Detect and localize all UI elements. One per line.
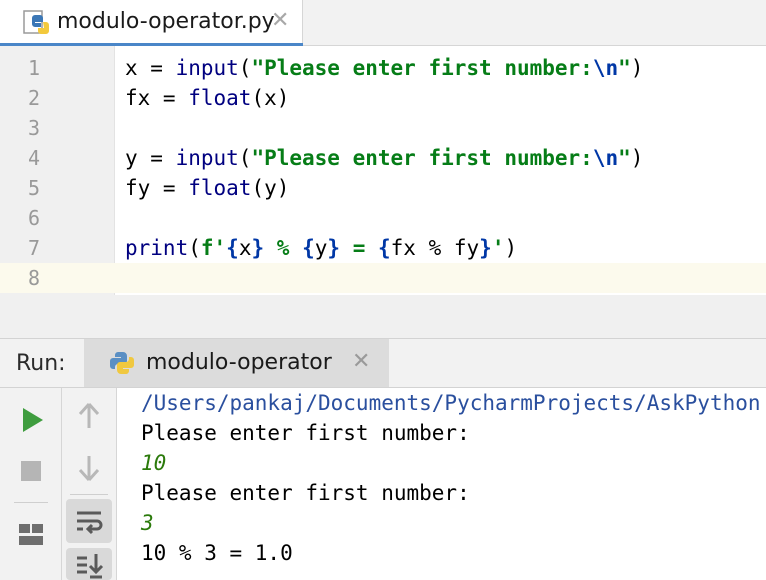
soft-wrap-icon	[77, 511, 103, 535]
editor-tab-bar: modulo-operator.py ✕	[0, 0, 766, 46]
code-token: }	[327, 236, 341, 260]
line-number: 3	[27, 116, 40, 140]
code-token: }	[251, 236, 265, 260]
code-token: )	[630, 146, 644, 170]
code-token: )	[630, 56, 644, 80]
code-token: f'	[200, 236, 227, 260]
code-token: "	[618, 56, 631, 80]
code-token: {	[302, 236, 315, 260]
code-token: float	[188, 176, 252, 200]
code-line[interactable]: 3	[0, 113, 766, 143]
run-label: Run:	[16, 351, 66, 376]
code-token: fy =	[125, 176, 189, 200]
close-icon[interactable]: ✕	[352, 349, 370, 375]
code-token: (	[238, 56, 252, 80]
line-number: 2	[27, 86, 40, 110]
console-line-output: 10 % 3 = 1.0	[141, 541, 293, 565]
code-text: fy = float(y)	[125, 173, 289, 203]
code-token: x =	[125, 56, 176, 80]
code-token: print	[125, 236, 189, 260]
code-token: "Please enter first number:	[251, 56, 593, 80]
console-line-output: Please enter first number:	[141, 481, 470, 505]
run-tab-label: modulo-operator	[146, 350, 332, 375]
code-token: y	[314, 236, 328, 260]
editor-tab-modulo-operator[interactable]: modulo-operator.py ✕	[0, 0, 303, 45]
code-token: "	[618, 146, 631, 170]
code-line[interactable]: 5 fy = float(y)	[0, 173, 766, 203]
down-arrow-icon[interactable]	[69, 448, 109, 488]
code-token: {	[377, 236, 391, 260]
scroll-to-end-icon	[77, 554, 104, 579]
console-line-input: 10	[141, 451, 167, 475]
line-number: 5	[27, 176, 40, 200]
toolbar-separator	[70, 494, 108, 495]
scroll-to-end-button[interactable]	[66, 548, 112, 580]
code-token: x	[238, 236, 252, 260]
code-line[interactable]: 2 fx = float(x)	[0, 83, 766, 113]
code-text: fx = float(x)	[125, 83, 289, 113]
code-line[interactable]: 6	[0, 203, 766, 233]
run-toolbar-primary	[0, 388, 62, 580]
code-token: input	[175, 56, 239, 80]
code-token: \n	[592, 146, 619, 170]
python-file-icon	[23, 10, 49, 34]
line-number: 4	[27, 146, 40, 170]
code-token: float	[188, 86, 252, 110]
run-tool-window-header: Run: modulo-operator ✕	[0, 339, 766, 388]
code-token: (	[188, 236, 201, 260]
run-toolbar-secondary	[62, 388, 117, 580]
layout-icon[interactable]	[11, 514, 51, 554]
code-token: \n	[592, 56, 619, 80]
code-token: %	[264, 236, 303, 260]
run-tab-modulo-operator[interactable]: modulo-operator ✕	[84, 339, 389, 387]
up-arrow-icon[interactable]	[69, 396, 109, 436]
toolbar-separator	[14, 502, 48, 503]
editor-tab-label: modulo-operator.py	[57, 9, 275, 34]
code-token: (y)	[251, 176, 290, 200]
run-icon[interactable]	[11, 400, 51, 440]
line-number: 6	[27, 206, 40, 230]
console-line-input: 3	[141, 511, 154, 535]
code-token: "Please enter first number:	[251, 146, 593, 170]
console-line-path: /Users/pankaj/Documents/PycharmProjects/…	[141, 391, 761, 415]
console-line-output: Please enter first number:	[141, 421, 470, 445]
code-token: fx =	[125, 86, 189, 110]
code-line[interactable]: 4 y = input("Please enter first number:\n…	[0, 143, 766, 173]
code-token: =	[340, 236, 378, 260]
line-number: 8	[27, 266, 40, 290]
code-line[interactable]: 8	[0, 263, 766, 293]
python-icon	[110, 352, 134, 374]
code-token: (x)	[251, 86, 290, 110]
code-token: fx % fy	[390, 236, 480, 260]
code-editor[interactable]: 1x = input("Please enter first number:\n…	[0, 46, 766, 295]
line-number: 1	[27, 56, 40, 80]
line-number: 7	[27, 236, 40, 260]
soft-wrap-button[interactable]	[66, 499, 112, 543]
code-token: '	[491, 236, 505, 260]
code-token: (	[238, 146, 252, 170]
code-line[interactable]: 1 x = input("Please enter first number:\n…	[0, 53, 766, 83]
code-token: )	[504, 236, 518, 260]
code-token: {	[226, 236, 239, 260]
code-token: }	[479, 236, 492, 260]
code-text: print(f'{x} % {y} = {fx % fy}')	[125, 233, 517, 263]
panel-divider[interactable]	[0, 295, 766, 339]
code-token: input	[175, 146, 239, 170]
code-text: x = input("Please enter first number:\n"…	[125, 53, 643, 83]
code-line[interactable]: 7 print(f'{x} % {y} = {fx % fy}')	[0, 233, 766, 263]
run-console-output[interactable]: /Users/pankaj/Documents/PycharmProjects/…	[118, 388, 766, 580]
close-icon[interactable]: ✕	[271, 8, 289, 34]
code-token: y =	[125, 146, 176, 170]
stop-icon[interactable]	[11, 451, 51, 491]
code-text: y = input("Please enter first number:\n"…	[125, 143, 643, 173]
